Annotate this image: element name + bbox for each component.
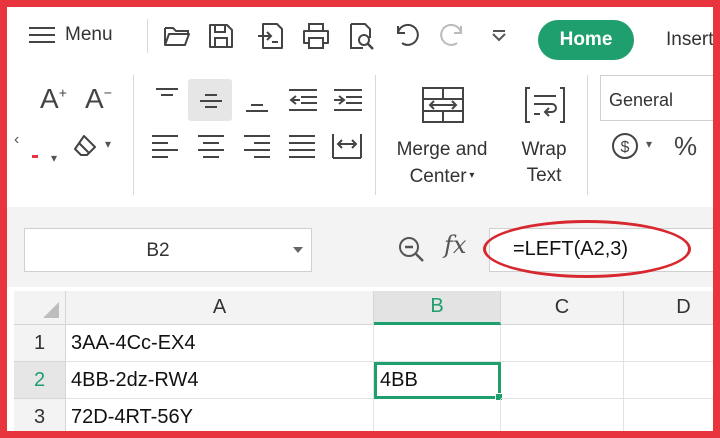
app-frame: Menu Home Insert A+ A− ‹ ▾ ▾ Merge and C…: [0, 0, 720, 438]
tab-insert[interactable]: Insert: [666, 29, 713, 51]
select-all-button[interactable]: [14, 291, 66, 325]
quick-access-toolbar: Menu Home Insert: [7, 7, 713, 67]
column-header-d[interactable]: D: [624, 291, 713, 325]
increase-indent-icon[interactable]: [332, 87, 364, 113]
clear-dropdown-icon[interactable]: ▾: [105, 137, 111, 151]
justify-icon[interactable]: [287, 133, 317, 161]
cell-c1[interactable]: [501, 325, 624, 362]
customize-chevron-icon[interactable]: [489, 27, 509, 47]
number-format-select[interactable]: General: [600, 75, 713, 121]
row-header-1[interactable]: 1: [14, 325, 66, 362]
decrease-font-size-icon[interactable]: A−: [85, 83, 112, 115]
font-color-swatch-icon[interactable]: [32, 155, 38, 158]
open-folder-icon[interactable]: [162, 21, 192, 51]
ribbon-divider: [375, 75, 376, 195]
ribbon-divider: [133, 75, 134, 195]
redo-icon[interactable]: [437, 21, 467, 51]
toolbar-divider: [147, 19, 148, 53]
decrease-indent-icon[interactable]: [287, 87, 319, 113]
tab-home-label: Home: [559, 29, 613, 50]
name-box-dropdown-icon[interactable]: [293, 247, 303, 253]
cell-b3[interactable]: [374, 399, 501, 431]
wrap-label-line1: Wrap: [521, 139, 567, 160]
cell-a2[interactable]: 4BB-2dz-RW4: [66, 362, 374, 399]
currency-dropdown-icon[interactable]: ▾: [646, 137, 652, 151]
row-header-3[interactable]: 3: [14, 399, 66, 431]
svg-text:$: $: [621, 139, 630, 156]
name-box[interactable]: B2: [24, 228, 312, 272]
save-icon[interactable]: [206, 21, 236, 51]
align-middle-icon[interactable]: [197, 91, 225, 113]
hamburger-icon: [29, 27, 55, 43]
align-bottom-icon[interactable]: [243, 93, 271, 115]
increase-font-size-icon[interactable]: A+: [40, 83, 67, 115]
merge-dropdown-icon: ▾: [466, 170, 475, 181]
cell-d3[interactable]: [624, 399, 713, 431]
column-header-c[interactable]: C: [501, 291, 624, 325]
wrap-text-icon[interactable]: [522, 85, 568, 125]
align-top-icon[interactable]: [153, 87, 181, 109]
ribbon-scroll-left-icon[interactable]: ‹: [14, 131, 19, 149]
menu-button[interactable]: Menu: [29, 17, 113, 53]
percent-button[interactable]: %: [674, 131, 697, 162]
row-header-2[interactable]: 2: [14, 362, 66, 399]
merge-label-line2: Center: [409, 166, 467, 187]
ribbon-divider: [587, 75, 588, 195]
tab-home[interactable]: Home: [538, 20, 634, 60]
currency-icon[interactable]: $: [610, 131, 640, 161]
cell-c3[interactable]: [501, 399, 624, 431]
print-preview-icon[interactable]: [346, 21, 376, 51]
cell-d2[interactable]: [624, 362, 713, 399]
wrap-text-button[interactable]: Wrap Text: [502, 137, 586, 189]
undo-icon[interactable]: [392, 21, 422, 51]
cell-b2-selected[interactable]: 4BB: [374, 362, 503, 401]
cell-d1[interactable]: [624, 325, 713, 362]
distributed-align-icon[interactable]: [330, 131, 364, 161]
align-center-icon[interactable]: [196, 133, 226, 161]
merge-center-icon[interactable]: [420, 85, 466, 125]
cell-a3[interactable]: 72D-4RT-56Y: [66, 399, 374, 431]
formula-highlight-annotation: [483, 220, 691, 278]
column-header-b[interactable]: B: [374, 291, 501, 325]
wrap-label-line2: Text: [526, 165, 562, 186]
zoom-formula-icon[interactable]: [397, 235, 427, 265]
cell-c2[interactable]: [501, 362, 624, 399]
export-icon[interactable]: [255, 21, 285, 51]
name-box-value: B2: [146, 240, 170, 261]
clear-format-icon[interactable]: [71, 131, 101, 161]
column-header-a[interactable]: A: [66, 291, 374, 325]
font-color-dropdown-icon[interactable]: ▾: [51, 151, 57, 165]
insert-function-button[interactable]: fx: [444, 231, 466, 259]
merge-label-line1: Merge and: [396, 139, 488, 160]
menu-label: Menu: [65, 24, 113, 45]
align-right-icon[interactable]: [242, 133, 272, 161]
merge-center-button[interactable]: Merge and Center ▾: [387, 137, 497, 190]
align-left-icon[interactable]: [150, 133, 180, 161]
cell-a1[interactable]: 3AA-4Cc-EX4: [66, 325, 374, 362]
cell-b1[interactable]: [374, 325, 501, 362]
print-icon[interactable]: [301, 21, 331, 51]
